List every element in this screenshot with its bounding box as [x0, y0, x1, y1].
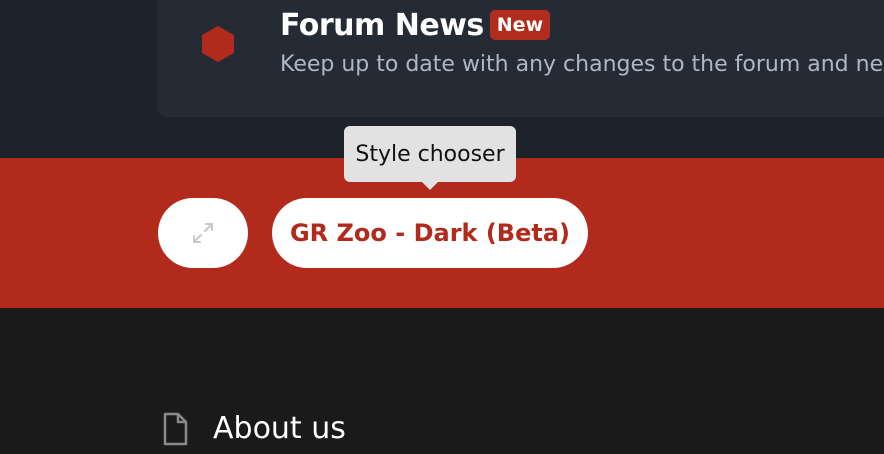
about-us-heading: About us	[213, 411, 346, 446]
document-icon	[163, 412, 188, 446]
forum-news-title[interactable]: Forum News	[280, 8, 484, 43]
forum-news-title-row[interactable]: Forum News New	[280, 6, 551, 44]
footer	[0, 308, 884, 440]
expand-button[interactable]	[158, 198, 248, 268]
new-badge: New	[489, 10, 551, 40]
forum-news-description: Keep up to date with any changes to the …	[280, 52, 884, 77]
style-chooser-button[interactable]: GR Zoo - Dark (Beta)	[272, 198, 588, 268]
style-chooser-tooltip: Style chooser	[344, 126, 516, 182]
expand-arrows-icon	[193, 223, 213, 243]
tooltip-arrow	[421, 181, 439, 190]
hexagon-icon	[202, 26, 234, 62]
